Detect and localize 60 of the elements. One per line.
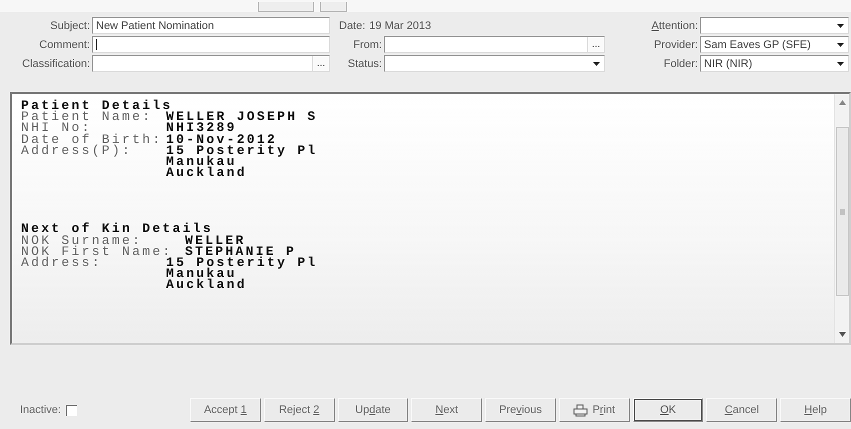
dialog-button[interactable]: OK xyxy=(632,398,704,422)
field-label: Date: xyxy=(339,20,366,32)
dialog-button[interactable]: Help xyxy=(780,398,851,422)
detail-value: NHI3289 xyxy=(166,122,237,134)
scroll-thumb[interactable] xyxy=(836,127,848,296)
scroll-down-icon[interactable] xyxy=(838,332,846,337)
detail-value: STEPHANIE P xyxy=(185,246,296,258)
detail-value: 10-Nov-2012 xyxy=(166,134,278,145)
detail-value: Manukau xyxy=(166,156,237,168)
detail-value: Manukau xyxy=(166,268,237,280)
detail-label: Patient Name: xyxy=(21,111,152,122)
text-field[interactable]: New Patient Nomination xyxy=(92,17,330,34)
grip-icon xyxy=(840,208,844,214)
field-label: From: xyxy=(352,38,383,50)
dropdown-field[interactable] xyxy=(384,55,605,72)
field-label: Classification: xyxy=(21,58,91,70)
field-label: Provider: xyxy=(652,38,699,50)
text-field[interactable]: ... xyxy=(92,55,330,72)
field-label: Subject: xyxy=(49,20,91,32)
section-heading: Patient Details xyxy=(21,100,173,112)
detail-value: 15 Posterity Pl xyxy=(166,144,318,156)
detail-value: Auckland xyxy=(166,279,247,291)
dialog-button[interactable]: Accept 1 xyxy=(190,398,261,422)
detail-value: WELLER xyxy=(185,234,246,246)
detail-label: Address(P): xyxy=(21,144,132,156)
detail-label: NOK Surname: xyxy=(21,234,142,246)
checkbox-label: Inactive: xyxy=(20,404,61,416)
detail-label: Address: xyxy=(21,257,102,268)
text-caret xyxy=(96,39,97,50)
toolbar-button[interactable] xyxy=(320,2,347,12)
toolbar-button[interactable] xyxy=(258,2,314,12)
scrollbar[interactable] xyxy=(834,94,849,343)
dropdown-field[interactable] xyxy=(700,17,849,34)
detail-value: Auckland xyxy=(166,167,247,178)
dialog-button[interactable]: Update xyxy=(338,398,408,422)
scroll-up-icon[interactable] xyxy=(838,100,846,105)
dialog-button[interactable]: Previous xyxy=(485,398,556,422)
browse-button[interactable]: ... xyxy=(312,56,329,71)
browse-button[interactable]: ... xyxy=(587,37,604,52)
dialog-button[interactable]: Cancel xyxy=(706,398,778,422)
dropdown-field[interactable]: Sam Eaves GP (SFE) xyxy=(700,36,849,53)
printer-icon xyxy=(573,404,588,416)
checkbox[interactable] xyxy=(66,404,77,416)
section-heading: Next of Kin Details xyxy=(21,223,213,235)
field-label: Folder: xyxy=(662,58,699,70)
field-label: Status: xyxy=(346,58,383,70)
detail-value: WELLER JOSEPH S xyxy=(166,111,318,122)
text-field[interactable] xyxy=(92,36,330,53)
dialog-button[interactable]: Reject 2 xyxy=(264,398,335,422)
dialog-button[interactable]: Next xyxy=(411,398,482,422)
dropdown-field[interactable]: NIR (NIR) xyxy=(700,55,849,72)
detail-label: Date of Birth: xyxy=(21,134,164,145)
dialog-button[interactable]: Print xyxy=(558,398,630,422)
date-value: 19 Mar 2013 xyxy=(369,20,432,32)
text-field[interactable]: ... xyxy=(384,36,605,53)
detail-label: NOK First Name: xyxy=(21,246,166,258)
field-label: Attention: xyxy=(650,20,699,32)
detail-label: NHI No: xyxy=(21,122,93,134)
detail-value: 15 Posterity Pl xyxy=(166,257,318,268)
field-label: Comment: xyxy=(38,38,91,50)
